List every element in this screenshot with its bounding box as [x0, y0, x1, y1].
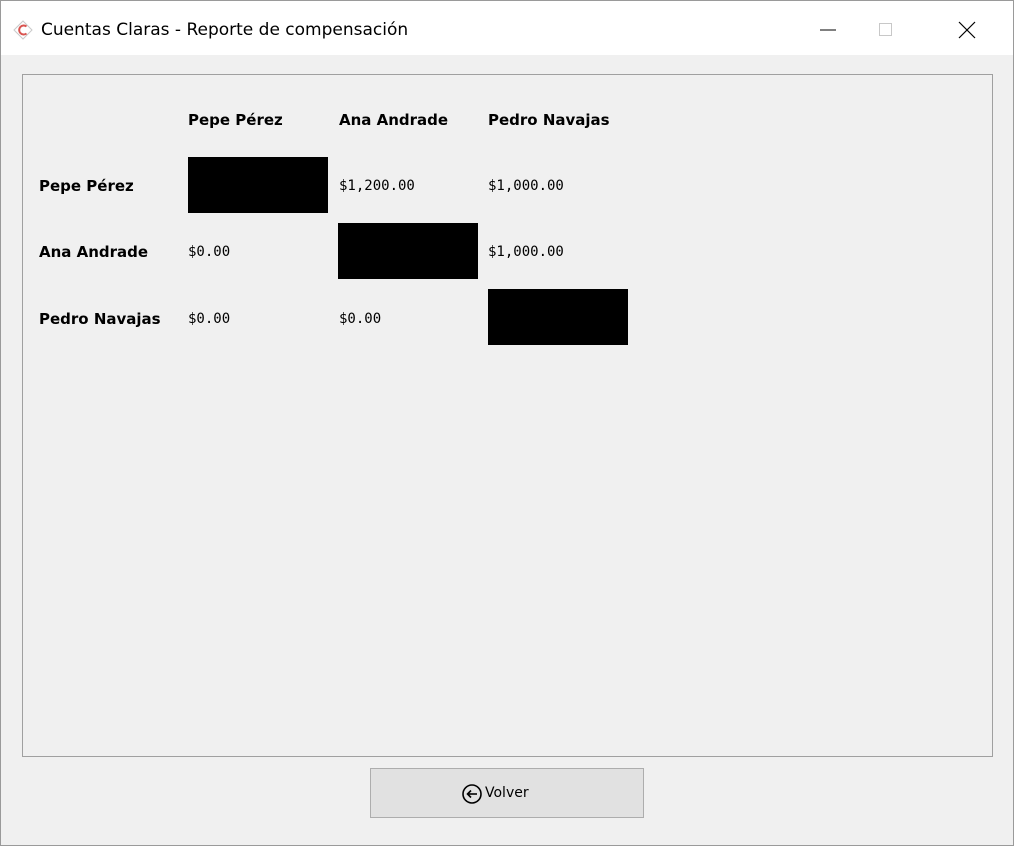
table-cell-value: $1,000.00 [488, 178, 564, 194]
diagonal-cell-blocked [188, 157, 328, 213]
diagonal-cell-blocked [488, 289, 628, 345]
table-cell-value: $0.00 [188, 244, 231, 260]
back-button[interactable]: Volver [370, 768, 644, 818]
report-window: Cuentas Claras - Reporte de compensación… [0, 0, 1014, 846]
table-cell-value: $0.00 [339, 311, 382, 327]
column-header: Pedro Navajas [488, 111, 610, 129]
minimize-button[interactable] [800, 1, 862, 55]
column-header: Pepe Pérez [188, 111, 283, 129]
row-header: Pepe Pérez [39, 177, 134, 195]
title-bar[interactable]: Cuentas Claras - Reporte de compensación [1, 1, 1013, 55]
close-button[interactable] [937, 1, 999, 55]
diagonal-cell-blocked [338, 223, 478, 279]
window-title: Cuentas Claras - Reporte de compensación [41, 20, 409, 40]
cuentas-claras-logo-icon [13, 20, 33, 40]
back-button-label: Volver [485, 785, 529, 801]
row-header: Pedro Navajas [39, 310, 161, 328]
table-cell-value: $1,200.00 [339, 178, 415, 194]
table-cell-value: $1,000.00 [488, 244, 564, 260]
maximize-icon [879, 23, 892, 36]
column-header: Ana Andrade [339, 111, 449, 129]
minimize-icon [820, 29, 836, 31]
arrow-left-circle-icon [461, 783, 483, 805]
row-header: Ana Andrade [39, 243, 149, 261]
close-icon [958, 21, 976, 39]
table-cell-value: $0.00 [188, 311, 231, 327]
maximize-button[interactable] [861, 1, 923, 55]
